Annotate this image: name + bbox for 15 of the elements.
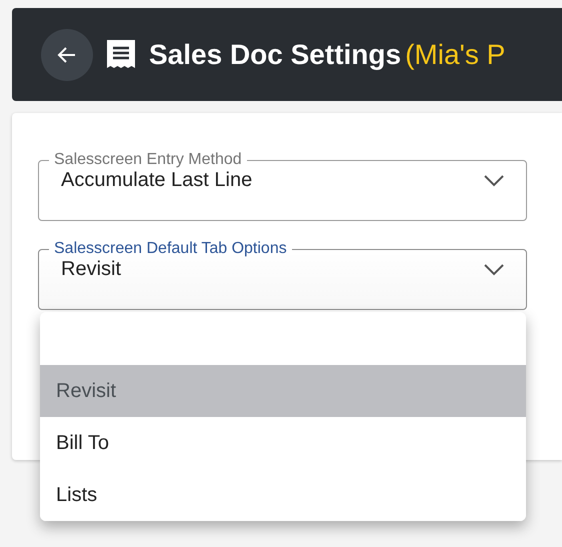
back-button[interactable] [41,28,93,80]
menu-option[interactable]: Lists [40,469,526,521]
menu-option[interactable]: Revisit [40,365,526,417]
field-label: Salesscreen Entry Method [53,151,243,169]
receipt-icon [107,40,135,70]
field-value: Revisit [61,258,122,281]
page-title: Sales Doc Settings [149,38,402,70]
menu-option[interactable]: Bill To [40,417,526,469]
field-label: Salesscreen Default Tab Options [53,240,288,258]
select-field[interactable]: Salesscreen Default Tab Options Revisit [38,240,527,310]
field-value: Accumulate Last Line [61,169,252,192]
select-field[interactable]: Salesscreen Entry Method Accumulate Last Line [38,151,527,221]
page-subtitle: (Mia's P [405,38,506,70]
chevron-down-icon [484,264,504,276]
chevron-down-icon [484,174,504,186]
